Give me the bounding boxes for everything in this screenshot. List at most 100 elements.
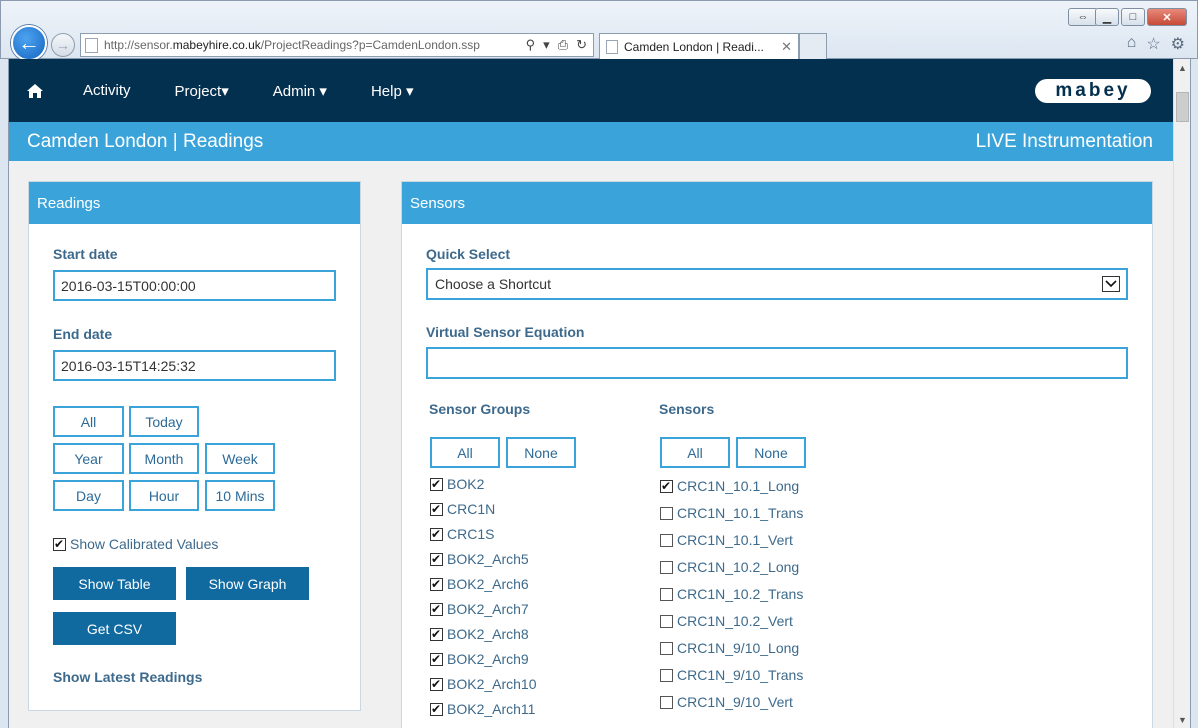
dropdown-icon[interactable]: ▾ — [543, 37, 550, 53]
favorites-star-icon[interactable]: ☆ — [1146, 34, 1160, 54]
end-date-input[interactable] — [53, 350, 336, 381]
search-icon[interactable]: ⚲ — [526, 37, 536, 53]
live-instrumentation-label: LIVE Instrumentation — [975, 130, 1153, 152]
sensor-group-item[interactable]: BOK2_Arch10 — [430, 676, 537, 692]
nav-project[interactable]: Project▾ — [153, 59, 251, 122]
tab-page-icon — [606, 39, 618, 54]
mabey-logo[interactable]: mabey — [1035, 79, 1151, 103]
sensor-group-item-checkbox[interactable] — [430, 601, 443, 617]
range-all-button[interactable]: All — [53, 406, 124, 437]
sensors-all-button[interactable]: All — [660, 437, 730, 468]
sensor-group-item[interactable]: BOK2 — [430, 476, 484, 492]
compat-view-button[interactable]: ⇔ — [1068, 8, 1098, 26]
sensor-group-item-checkbox[interactable] — [430, 526, 443, 542]
sensor-item-checkbox[interactable] — [660, 695, 673, 709]
window-frame-left — [0, 59, 9, 728]
start-date-input[interactable] — [53, 270, 336, 301]
compat-icon[interactable]: ⎙ — [558, 37, 568, 53]
sensor-item[interactable]: CRC1N_9/10_Long — [660, 640, 799, 656]
maximize-button[interactable]: □ — [1121, 8, 1145, 26]
sensor-group-item-checkbox[interactable] — [430, 576, 443, 592]
show-calibrated-row[interactable]: Show Calibrated Values — [53, 536, 218, 552]
new-tab-button[interactable] — [799, 33, 827, 59]
settings-gear-icon[interactable]: ⚙ — [1171, 34, 1185, 54]
sensor-item-label: CRC1N_10.2_Trans — [677, 586, 804, 602]
scroll-down-icon[interactable]: ▼ — [1174, 711, 1191, 728]
minimize-button[interactable]: ▁ — [1095, 8, 1119, 26]
sensor-group-item[interactable]: BOK2_Arch7 — [430, 601, 529, 617]
sensor-group-item[interactable]: BOK2_Arch5 — [430, 551, 529, 567]
chevron-down-icon[interactable] — [1102, 276, 1120, 292]
sensor-group-item-checkbox[interactable] — [430, 701, 443, 717]
address-bar[interactable]: http://sensor. mabeyhire.co.uk/ProjectRea… — [80, 33, 594, 57]
get-csv-button[interactable]: Get CSV — [53, 612, 176, 645]
sensor-groups-label: Sensor Groups — [429, 401, 531, 417]
range-hour-button[interactable]: Hour — [129, 480, 199, 511]
nav-admin[interactable]: Admin ▾ — [251, 59, 349, 122]
home-icon[interactable]: ⌂ — [1127, 34, 1137, 54]
sensor-group-item-checkbox[interactable] — [430, 651, 443, 667]
refresh-icon[interactable]: ↻ — [576, 37, 587, 53]
range-day-button[interactable]: Day — [53, 480, 124, 511]
virtual-sensor-input[interactable] — [426, 347, 1128, 379]
scroll-up-icon[interactable]: ▲ — [1174, 59, 1191, 76]
nav-help[interactable]: Help ▾ — [349, 59, 436, 122]
sensor-item-checkbox[interactable] — [660, 668, 673, 682]
sensor-group-item[interactable]: BOK2_Arch8 — [430, 626, 529, 642]
sensor-item[interactable]: CRC1N_10.1_Long — [660, 478, 799, 494]
sensor-group-item-label: BOK2_Arch9 — [447, 651, 529, 667]
sensor-item-checkbox[interactable] — [660, 506, 673, 520]
range-week-button[interactable]: Week — [205, 443, 275, 474]
sensor-item[interactable]: CRC1N_10.2_Vert — [660, 613, 793, 629]
quick-select-dropdown[interactable]: Choose a Shortcut — [426, 268, 1128, 300]
range-year-button[interactable]: Year — [53, 443, 124, 474]
groups-all-button[interactable]: All — [430, 437, 500, 468]
sensor-group-item-checkbox[interactable] — [430, 676, 443, 692]
sensor-item-checkbox[interactable] — [660, 533, 673, 547]
sensor-group-item-checkbox[interactable] — [430, 501, 443, 517]
range-today-button[interactable]: Today — [129, 406, 199, 437]
sensor-group-item-checkbox[interactable] — [430, 626, 443, 642]
page-icon — [85, 37, 98, 53]
sensor-item-checkbox[interactable] — [660, 641, 673, 655]
show-table-button[interactable]: Show Table — [53, 567, 176, 600]
sensor-group-item[interactable]: BOK2_Arch11 — [430, 701, 535, 717]
sensor-group-item-checkbox[interactable] — [430, 476, 443, 492]
sensor-group-item[interactable]: CRC1N — [430, 501, 495, 517]
sensor-item[interactable]: CRC1N_9/10_Trans — [660, 667, 803, 683]
sensor-item[interactable]: CRC1N_10.1_Trans — [660, 505, 803, 521]
sensor-item[interactable]: CRC1N_9/10_Vert — [660, 694, 793, 710]
url-path: /ProjectReadings?p=CamdenLondon.ssp — [260, 38, 480, 52]
vertical-scrollbar[interactable]: ▲ ▼ — [1173, 59, 1190, 728]
tab-close-icon[interactable]: ✕ — [781, 39, 792, 55]
sensor-item[interactable]: CRC1N_10.2_Long — [660, 559, 799, 575]
sensor-item-checkbox[interactable] — [660, 614, 673, 628]
sensor-item-checkbox[interactable] — [660, 560, 673, 574]
range-month-button[interactable]: Month — [129, 443, 199, 474]
sensor-item[interactable]: CRC1N_10.2_Trans — [660, 586, 803, 602]
back-arrow-icon[interactable]: ← — [11, 25, 47, 61]
sensor-item-checkbox[interactable] — [660, 587, 673, 601]
groups-none-button[interactable]: None — [506, 437, 576, 468]
sensor-group-item[interactable]: BOK2_Arch9 — [430, 651, 529, 667]
scroll-thumb[interactable] — [1176, 92, 1189, 122]
sensor-group-item-checkbox[interactable] — [430, 551, 443, 567]
forward-arrow-icon[interactable]: → — [51, 33, 75, 57]
sensor-item-checkbox[interactable] — [660, 478, 673, 494]
range-10mins-button[interactable]: 10 Mins — [205, 480, 275, 511]
sensor-group-item[interactable]: CRC1S — [430, 526, 494, 542]
sensors-none-button[interactable]: None — [736, 437, 806, 468]
show-latest-readings-link[interactable]: Show Latest Readings — [53, 669, 202, 685]
browser-tab[interactable]: Camden London | Readi... ✕ — [599, 33, 799, 59]
sensor-item[interactable]: CRC1N_10.1_Vert — [660, 532, 793, 548]
sensor-group-item[interactable]: BOK2_Arch6 — [430, 576, 529, 592]
sensor-item-label: CRC1N_9/10_Vert — [677, 694, 793, 710]
home-icon[interactable] — [9, 59, 61, 122]
tab-title: Camden London | Readi... — [624, 39, 764, 54]
nav-activity[interactable]: Activity — [61, 59, 153, 122]
show-graph-button[interactable]: Show Graph — [186, 567, 309, 600]
page-viewport: Activity Project▾ Admin ▾ Help ▾ mabey C… — [9, 59, 1173, 728]
show-calibrated-checkbox[interactable] — [53, 536, 66, 552]
sensors-heading: Sensors — [402, 182, 1152, 224]
close-window-button[interactable]: ✕ — [1147, 8, 1187, 26]
